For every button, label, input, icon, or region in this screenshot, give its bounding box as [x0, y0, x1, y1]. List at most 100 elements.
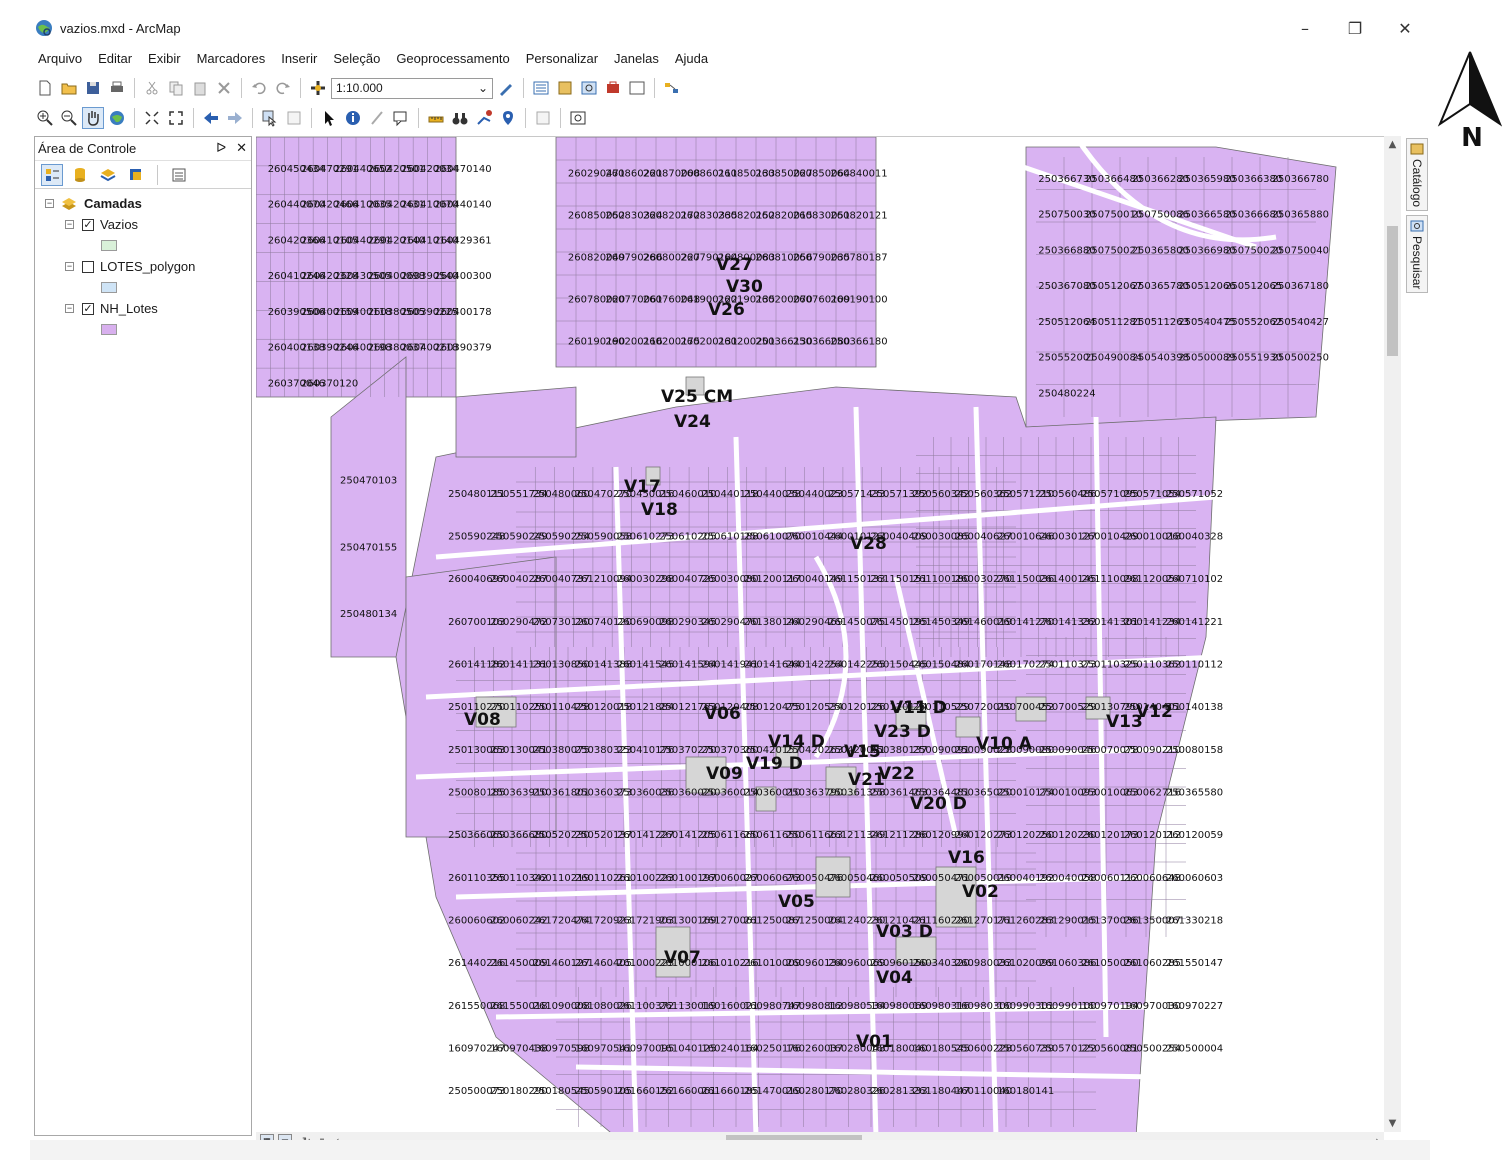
paste-button[interactable]: [189, 77, 211, 99]
cut-button[interactable]: [141, 77, 163, 99]
identify-info-icon: [346, 111, 360, 125]
menu-exibir[interactable]: Exibir: [140, 51, 189, 66]
close-button[interactable]: ✕: [1380, 12, 1430, 44]
menu-geoprocessamento[interactable]: Geoprocessamento: [388, 51, 517, 66]
find-button[interactable]: [449, 107, 471, 129]
redo-button[interactable]: [272, 77, 294, 99]
catalog-tab[interactable]: Catálogo: [1406, 138, 1428, 212]
fixed-zoom-out-button[interactable]: [165, 107, 187, 129]
menu-editar[interactable]: Editar: [90, 51, 140, 66]
add-data-button[interactable]: [307, 77, 329, 99]
layer-row-nh-lotes[interactable]: − ✓ NH_Lotes: [35, 298, 251, 319]
find-route-button[interactable]: [473, 107, 495, 129]
search-tab[interactable]: Pesquisar: [1406, 215, 1428, 294]
new-document-button[interactable]: [34, 77, 56, 99]
fixed-zoom-in-button[interactable]: [141, 107, 163, 129]
collapse-icon[interactable]: −: [45, 199, 54, 208]
layers-stack-icon: [62, 197, 76, 210]
go-forward-button[interactable]: [224, 107, 246, 129]
python-window-button[interactable]: [626, 77, 648, 99]
arctoolbox-button[interactable]: [602, 77, 624, 99]
restore-button[interactable]: ❐: [1330, 12, 1380, 44]
menu-ajuda[interactable]: Ajuda: [667, 51, 716, 66]
collapse-icon[interactable]: −: [65, 262, 74, 271]
pin-icon[interactable]: ᐅ: [216, 140, 226, 156]
layer-visibility-checkbox[interactable]: ✓: [82, 302, 94, 315]
pointer-arrow-icon: [325, 111, 334, 126]
undo-button[interactable]: [248, 77, 270, 99]
close-panel-icon[interactable]: ✕: [236, 140, 247, 156]
menu-inserir[interactable]: Inserir: [273, 51, 325, 66]
map-canvas[interactable]: 2604504342604702912604406522604205012604…: [256, 137, 1384, 1132]
list-by-selection-button[interactable]: [125, 164, 147, 186]
copy-button[interactable]: [165, 77, 187, 99]
select-features-button[interactable]: [259, 107, 281, 129]
options-list-icon: [172, 168, 186, 181]
toolbar-separator: [311, 108, 312, 128]
new-document-icon: [39, 80, 51, 96]
zoom-in-button[interactable]: [34, 107, 56, 129]
full-extent-button[interactable]: [106, 107, 128, 129]
map-view[interactable]: 260450434 260470291 260440652 260420501 2604…: [256, 136, 1384, 1132]
search-tab-icon: [1410, 220, 1424, 232]
model-builder-button[interactable]: [661, 77, 683, 99]
side-tabs: Catálogo Pesquisar: [1406, 138, 1428, 297]
menu-arquivo[interactable]: Arquivo: [30, 51, 90, 66]
clear-selection-button[interactable]: [283, 107, 305, 129]
print-button[interactable]: [106, 77, 128, 99]
list-by-visibility-button[interactable]: [97, 164, 119, 186]
collapse-icon[interactable]: −: [65, 304, 74, 313]
lot-id-label: 260060603: [1166, 873, 1223, 884]
catalog-window-button[interactable]: [554, 77, 576, 99]
menu-marcadores[interactable]: Marcadores: [189, 51, 274, 66]
void-label: V20 D: [910, 794, 967, 814]
html-popup-button[interactable]: [390, 107, 412, 129]
select-elements-button[interactable]: [318, 107, 340, 129]
open-folder-icon: [61, 83, 77, 95]
pan-hand-icon: [88, 111, 99, 126]
map-scale-select[interactable]: 1:10.000 ⌄: [331, 77, 493, 99]
menu-selecao[interactable]: Seleção: [325, 51, 388, 66]
lot-id-label: 250750040: [1272, 245, 1329, 256]
minimize-button[interactable]: –: [1280, 12, 1330, 44]
lot-id-label: 250110112: [1166, 660, 1223, 671]
menu-janelas[interactable]: Janelas: [606, 51, 667, 66]
measure-button[interactable]: [425, 107, 447, 129]
layer-visibility-checkbox[interactable]: ✓: [82, 218, 94, 231]
identify-button[interactable]: [342, 107, 364, 129]
hyperlink-button[interactable]: [366, 107, 388, 129]
zoom-out-button[interactable]: [58, 107, 80, 129]
layer-visibility-checkbox[interactable]: [82, 260, 94, 273]
layer-row-vazios[interactable]: − ✓ Vazios: [35, 214, 251, 235]
lot-id-label: 250480224: [1038, 388, 1095, 399]
pan-button[interactable]: [82, 107, 104, 129]
legend-swatch: [101, 282, 117, 293]
toolbar-separator: [523, 78, 524, 98]
open-button[interactable]: [58, 77, 80, 99]
scroll-down-icon[interactable]: ▼: [1384, 1115, 1401, 1132]
vertical-scroll-thumb[interactable]: [1387, 226, 1398, 356]
cut-icon: [146, 81, 158, 95]
go-to-xy-button[interactable]: [497, 107, 519, 129]
list-by-source-button[interactable]: [69, 164, 91, 186]
tools-toolbar: [34, 104, 589, 132]
go-back-button[interactable]: [200, 107, 222, 129]
toc-options-button[interactable]: [168, 164, 190, 186]
urban-area-polygon: [455, 386, 577, 458]
menu-personalizar[interactable]: Personalizar: [518, 51, 606, 66]
add-data-icon: [311, 81, 325, 95]
search-window-button[interactable]: [578, 77, 600, 99]
collapse-icon[interactable]: −: [65, 220, 74, 229]
save-button[interactable]: [82, 77, 104, 99]
layer-row-lotes-polygon[interactable]: − LOTES_polygon: [35, 256, 251, 277]
table-of-contents-button[interactable]: [530, 77, 552, 99]
layer-group-camadas[interactable]: − Camadas: [35, 193, 251, 214]
lot-id-label: 260400300: [434, 271, 491, 282]
viewer-window-button[interactable]: [567, 107, 589, 129]
editor-toolbar-button[interactable]: [495, 77, 517, 99]
scroll-up-icon[interactable]: ▲: [1384, 136, 1401, 153]
list-by-drawing-order-button[interactable]: [41, 163, 63, 186]
time-slider-button[interactable]: [532, 107, 554, 129]
delete-button[interactable]: [213, 77, 235, 99]
vertical-scrollbar[interactable]: ▲ ▼: [1384, 136, 1401, 1132]
